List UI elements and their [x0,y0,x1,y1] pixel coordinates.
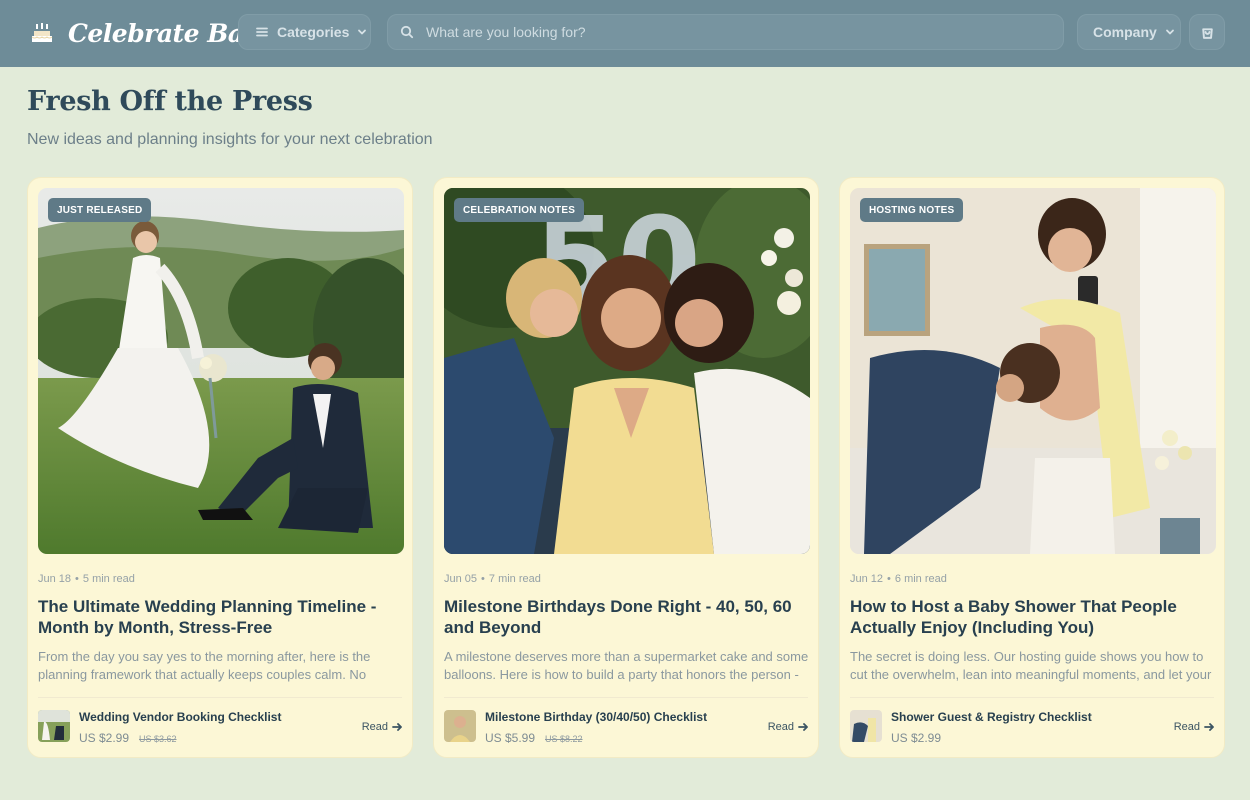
company-menu-button[interactable]: Company [1077,14,1181,50]
chevron-down-icon [1165,29,1174,35]
chevron-down-icon [358,29,367,35]
search-bar[interactable] [387,14,1064,50]
product-price: US $2.99 [79,731,130,745]
product-price: US $2.99 [891,731,942,745]
arrow-right-icon [1204,723,1214,731]
company-label: Company [1093,24,1157,40]
cart-button[interactable] [1189,14,1225,50]
page-title: Fresh Off the Press [27,86,313,117]
read-link[interactable]: Read [768,721,808,733]
cake-icon [31,23,53,42]
article-title[interactable]: Milestone Birthdays Done Right - 40, 50,… [444,596,804,638]
card-divider [850,697,1214,698]
article-excerpt: A milestone deserves more than a superma… [444,649,809,682]
article-meta: Jun 18 • 5 min read [38,573,135,585]
article-image-birthday[interactable]: 50 CELEBRATION NOTES [444,188,810,554]
card-divider [444,697,808,698]
categories-button[interactable]: Categories [238,14,371,50]
article-excerpt: The secret is doing less. Our hosting gu… [850,649,1212,682]
arrow-right-icon [392,723,402,731]
read-label: Read [361,721,388,733]
article-badge: CELEBRATION NOTES [454,198,585,222]
article-image-baby-shower[interactable]: HOSTING NOTES [850,188,1216,554]
article-card[interactable]: 50 CELEBRATION NOTES Jun 05•7 min read M… [433,177,819,758]
page-subtitle: New ideas and planning insights for your… [27,131,433,148]
arrow-right-icon [798,723,808,731]
read-label: Read [1173,721,1200,733]
article-card[interactable]: JUST RELEASED Jun 18 • 5 min read The Ulti… [27,177,413,758]
top-navigation-bar: Celebrate Bay Categories Company [0,0,1250,67]
article-read-time: 6 min read [894,573,947,585]
article-image-wedding[interactable]: JUST RELEASED [38,188,404,554]
article-card[interactable]: HOSTING NOTES Jun 12 • 6 min read How to H… [839,177,1225,758]
product-name[interactable]: Wedding Vendor Booking Checklist [79,710,281,724]
article-read-time: 7 min read [488,573,541,585]
read-link[interactable]: Read [362,721,402,733]
categories-label: Categories [277,24,350,40]
product-thumbnail[interactable] [850,710,882,742]
brand-name: Celebrate Bay [68,18,258,48]
article-date: Jun 18 [38,573,72,585]
menu-icon [256,27,268,37]
product-thumbnail[interactable] [38,710,70,742]
product-price: US $5.99 [485,731,536,745]
read-link[interactable]: Read [1174,721,1214,733]
article-excerpt: From the day you say yes to the morning … [38,649,371,682]
article-title[interactable]: The Ultimate Wedding Planning Timeline -… [38,596,398,638]
article-badge: JUST RELEASED [48,198,152,222]
article-badge: HOSTING NOTES [860,198,964,222]
article-title[interactable]: How to Host a Baby Shower That People Ac… [850,596,1210,638]
cart-icon [1201,27,1213,39]
article-meta: Jun 12 • 6 min read [850,573,947,585]
card-divider [38,697,402,698]
product-thumbnail[interactable] [444,710,476,742]
read-label: Read [767,721,794,733]
product-old-price: US $8.22 [545,734,583,744]
product-name[interactable]: Milestone Birthday (30/40/50) Checklist [485,710,707,724]
article-read-time: 5 min read [82,573,135,585]
search-icon [400,25,414,39]
search-input[interactable] [426,24,1026,40]
article-date: Jun 05 [444,573,478,585]
product-old-price: US $3.62 [139,734,177,744]
article-meta: Jun 05 • 7 min read [444,573,541,585]
brand-logo[interactable]: Celebrate Bay [28,16,258,50]
product-name[interactable]: Shower Guest & Registry Checklist [891,710,1092,724]
article-date: Jun 12 [850,573,884,585]
